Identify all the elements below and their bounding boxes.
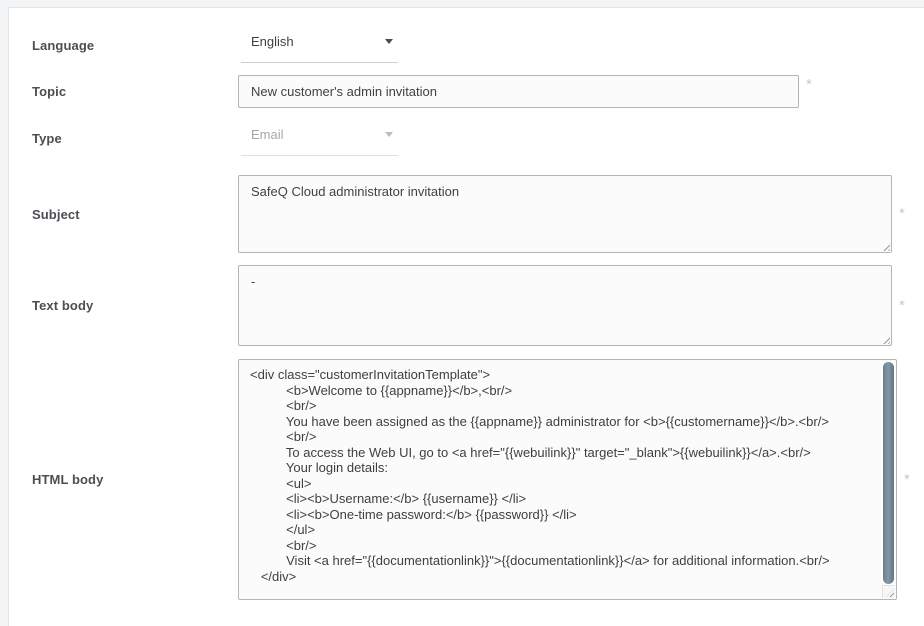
- type-label: Type: [32, 122, 238, 146]
- subject-label: Subject: [32, 207, 238, 222]
- html-body-code[interactable]: <div class="customerInvitationTemplate">…: [239, 360, 881, 599]
- topic-input[interactable]: [238, 75, 799, 108]
- required-asterisk: *: [806, 80, 812, 90]
- language-label: Language: [32, 29, 238, 53]
- editor-scrollbar-thumb[interactable]: [883, 362, 894, 584]
- template-edit-panel: Language English Topic * Type Email Subj…: [8, 7, 924, 626]
- editor-resize-corner: [882, 585, 895, 598]
- html-body-label: HTML body: [32, 472, 238, 487]
- text-body-textarea[interactable]: -: [238, 265, 892, 346]
- type-select: Email: [241, 122, 398, 156]
- text-body-row: Text body - *: [32, 265, 924, 346]
- html-body-editor[interactable]: <div class="customerInvitationTemplate">…: [238, 359, 897, 600]
- html-body-row: HTML body <div class="customerInvitation…: [32, 359, 924, 600]
- required-asterisk: *: [899, 209, 905, 219]
- language-row: Language English: [32, 29, 924, 63]
- language-select[interactable]: English: [241, 29, 398, 63]
- editor-scrollbar-track[interactable]: [881, 361, 895, 585]
- topic-row: Topic *: [32, 75, 924, 108]
- subject-textarea[interactable]: SafeQ Cloud administrator invitation: [238, 175, 892, 253]
- type-select-inner: Email: [251, 124, 393, 144]
- topic-label: Topic: [32, 84, 238, 99]
- resize-handle-icon[interactable]: [886, 589, 894, 597]
- type-select-value: Email: [251, 127, 284, 142]
- type-row: Type Email: [32, 122, 924, 156]
- subject-field-wrapper: SafeQ Cloud administrator invitation: [238, 175, 892, 253]
- text-body-field-wrapper: -: [238, 265, 892, 346]
- required-asterisk: *: [904, 475, 910, 485]
- language-select-inner: English: [251, 31, 393, 51]
- dropdown-arrow-icon: [385, 132, 393, 137]
- text-body-label: Text body: [32, 298, 238, 313]
- required-asterisk: *: [899, 301, 905, 311]
- subject-row: Subject SafeQ Cloud administrator invita…: [32, 175, 924, 253]
- language-select-value: English: [251, 34, 294, 49]
- dropdown-arrow-icon: [385, 39, 393, 44]
